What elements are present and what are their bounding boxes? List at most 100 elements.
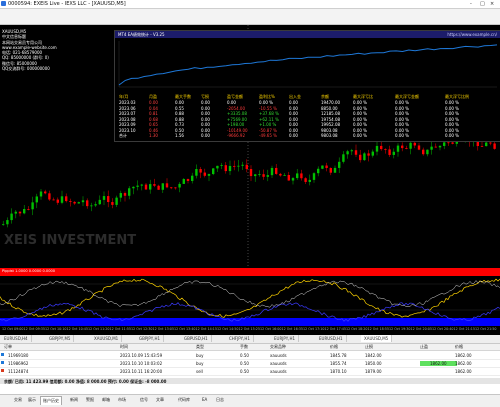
stats-cell: 0.00 % <box>353 127 367 133</box>
candle-body <box>52 199 55 201</box>
stats-cell: 0.00 % <box>353 105 367 111</box>
order-row[interactable]: 11986962 2023.10.10 10:03:02 buy 0.50 xauusd… <box>0 360 500 368</box>
maximize-button[interactable]: □ <box>480 1 485 7</box>
candle-body <box>56 199 59 203</box>
stats-cell: 19470.00 <box>321 100 341 105</box>
candle-body <box>279 173 282 176</box>
stats-cell: 0.50 <box>175 127 184 133</box>
chart-tab[interactable]: EURUSD,H1 <box>316 335 347 342</box>
candle-body <box>39 191 43 197</box>
terminal-tab[interactable]: 市场 <box>116 396 128 404</box>
candle-body <box>182 179 185 184</box>
candle-body <box>90 205 93 207</box>
chart-tab[interactable]: XAUUSD,M1 <box>91 335 123 342</box>
terminal-tab[interactable]: 展示 <box>26 396 38 404</box>
trade-column-header[interactable]: 止盈 <box>420 344 428 350</box>
candle-body <box>401 145 404 149</box>
stats-cell: 0.65 <box>149 122 158 127</box>
order-row[interactable]: 11969180 2023.10.09 15:43:59 buy 0.50 xauusd… <box>0 352 500 360</box>
order-current: 1862.00 <box>455 361 472 366</box>
trade-column-header[interactable]: 价格 <box>330 344 338 350</box>
stats-cell: -49.65 % <box>259 133 277 138</box>
candle-body <box>77 202 80 204</box>
stats-cell: 0.00 <box>289 127 298 133</box>
trade-column-header[interactable]: 价格 <box>455 344 463 350</box>
stats-cell: 0.00 <box>149 100 158 105</box>
stats-cell: 0.00 % <box>445 127 459 133</box>
chart-tab[interactable]: GBPUSD,H1 <box>181 335 212 342</box>
candle-body <box>136 185 139 187</box>
candle-body <box>296 173 299 179</box>
chart-tab[interactable]: CHFJPY,H1 <box>226 335 254 342</box>
candle-body <box>10 213 13 221</box>
candle-body <box>216 165 219 169</box>
candle-body <box>81 200 85 203</box>
minimize-button[interactable]: - <box>470 1 472 7</box>
stats-cell: 0.00 <box>289 105 298 111</box>
order-lots: 0.50 <box>240 361 249 366</box>
terminal-tab[interactable]: 新闻 <box>68 396 80 404</box>
candle-body <box>363 153 366 161</box>
stats-cell: 0.00 <box>289 122 298 127</box>
candle-body <box>73 201 76 204</box>
terminal-tab[interactable]: 日志 <box>214 396 226 404</box>
ea-stats-window[interactable]: MT4 EA绩效统计 - V3.25 https://www.example.c… <box>114 30 500 142</box>
terminal-tab[interactable]: 警报 <box>84 396 96 404</box>
stats-cell: 1.30 <box>149 133 158 138</box>
ea-stats-link[interactable]: https://www.example.cn/ <box>447 32 497 37</box>
stats-cell: 2023.07 <box>119 111 136 116</box>
candle-body <box>195 169 198 176</box>
terminal-tab[interactable]: 信号 <box>138 396 150 404</box>
terminal-tab[interactable]: 邮箱 <box>100 396 112 404</box>
stats-cell: 0.00 <box>201 127 210 133</box>
time-axis-label: 12 Oct 09:35 <box>23 327 46 331</box>
stats-cell: 19754.08 <box>321 116 341 122</box>
trade-column-header[interactable]: 时间 <box>120 344 128 350</box>
trade-column-header[interactable]: 交易品种 <box>270 344 286 350</box>
time-axis-label: 12 Oct 14:15 <box>195 327 218 331</box>
stats-cell: 9803.08 <box>321 133 338 138</box>
terminal-tab[interactable]: 代码库 <box>176 396 192 404</box>
price-chart[interactable]: XAUUSD,M5 中文信息标题 本网站交易员专用公司 www.example-… <box>0 25 500 335</box>
time-axis-label: 12 Oct 17:45 <box>324 327 347 331</box>
chart-tab[interactable]: GBPJPY,M5 <box>46 335 75 342</box>
candle-body <box>128 188 131 196</box>
stats-cell: -10149.00 <box>227 127 248 133</box>
candle-body <box>115 197 118 205</box>
trade-column-header[interactable]: 止损 <box>365 344 373 350</box>
time-axis-label: 12 Oct 21:50 <box>475 327 497 331</box>
stats-cell: 2023.06 <box>119 105 136 111</box>
candle-body <box>262 174 265 177</box>
stats-cell: 0.00 <box>201 133 210 138</box>
time-axis-label: 12 Oct 20:05 <box>410 327 433 331</box>
chart-tab[interactable]: GBPJPY,H1 <box>136 335 165 342</box>
candle-body <box>6 220 9 225</box>
candle-body <box>333 167 337 173</box>
stats-cell: 0.00 <box>289 111 298 116</box>
stats-cell: 0.68 <box>149 116 158 122</box>
close-button[interactable]: × <box>490 1 494 7</box>
terminal-tab[interactable]: 交易 <box>12 396 24 404</box>
trade-column-header[interactable]: 手数 <box>240 344 248 350</box>
terminal-tab[interactable]: 账户历史 <box>40 396 62 405</box>
trade-column-header[interactable]: 订单 <box>4 344 12 350</box>
chart-tab[interactable]: XAUUSD,M5 <box>361 335 393 342</box>
terminal-tab[interactable]: 文章 <box>154 396 166 404</box>
candle-body <box>94 204 97 206</box>
indicator-plot <box>0 268 500 326</box>
terminal-tab[interactable]: EA <box>200 396 209 404</box>
candle-body <box>170 187 173 189</box>
candle-body <box>392 151 395 155</box>
chart-tab[interactable]: EURJPY,H1 <box>271 335 300 342</box>
candle-body <box>384 149 387 150</box>
stats-cell: +3335.08 <box>227 111 247 116</box>
stats-cell: 0.00 % <box>395 127 409 133</box>
candle-body <box>228 165 232 172</box>
stats-row: 2023.06 0.04 0.55 0.00 -2054.00 -10.55 % 0.00 8… <box>115 106 500 111</box>
order-row[interactable]: 11124874 2023.10.11 16:20:00 sell 0.50 xauus… <box>0 368 500 376</box>
trade-column-header[interactable]: 类型 <box>196 344 204 350</box>
candle-body <box>44 191 47 194</box>
order-current: 1862.00 <box>455 369 472 374</box>
chart-tab[interactable]: EURUSD,H4 <box>1 335 32 342</box>
candle-body <box>102 196 106 200</box>
